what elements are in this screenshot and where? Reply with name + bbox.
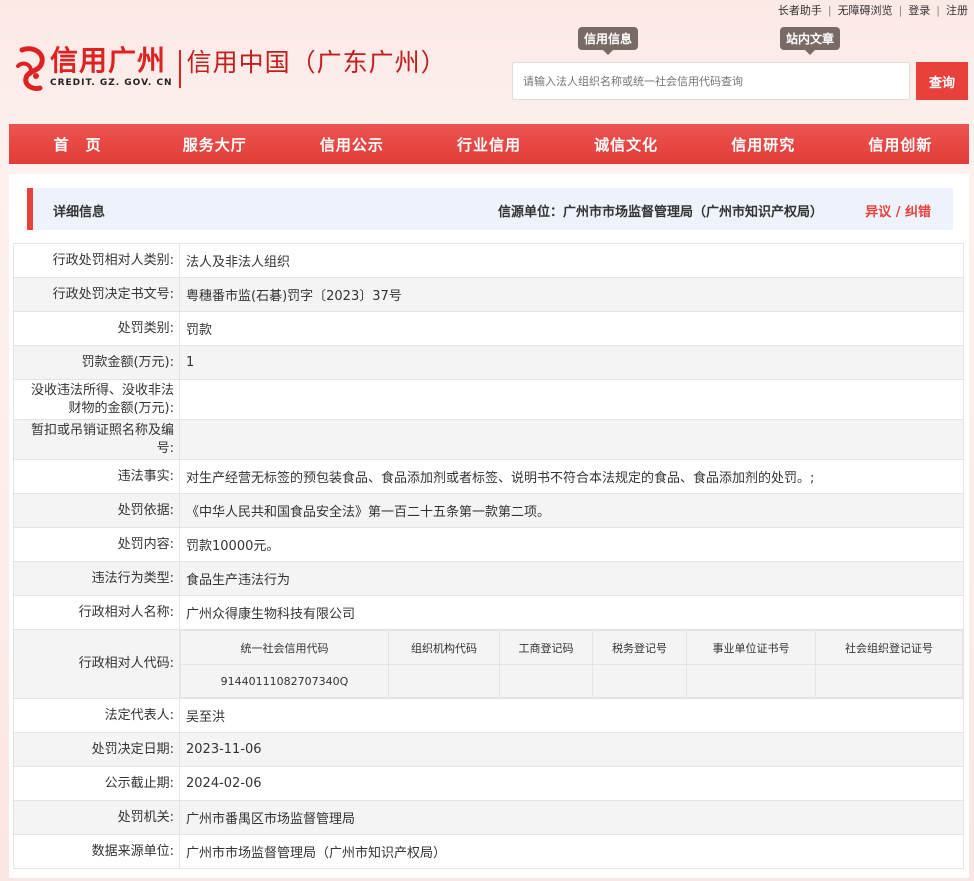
table-row: 暂扣或吊销证照名称及编号: [13,419,964,460]
source-unit: 信源单位：广州市市场监督管理局（广州市知识产权局） [497,205,823,220]
row-value: 粤穗番市监(石碁)罚字〔2023〕37号 [179,277,964,312]
code-value [592,664,687,698]
detail-panel: 详细信息 信源单位：广州市市场监督管理局（广州市知识产权局） 异议 / 纠错 行… [9,174,969,878]
row-label: 数据来源单位: [13,834,180,869]
nav-credit-publicity[interactable]: 信用公示 [283,134,420,155]
row-label: 法定代表人: [13,698,180,733]
row-label: 处罚决定日期: [13,732,180,767]
table-row: 行政处罚决定书文号: 粤穗番市监(石碁)罚字〔2023〕37号 [13,277,964,312]
code-header: 社会组织登记证号 [815,630,963,665]
row-value: 广州市番禺区市场监督管理局 [179,800,964,835]
row-label: 处罚机关: [13,800,180,835]
logo-text: 信用广州 [50,44,167,77]
register-link[interactable]: 注册 [940,2,974,18]
elder-assistant-link[interactable]: 长者助手 [772,2,828,18]
nav-credit-research[interactable]: 信用研究 [695,134,832,155]
row-label: 处罚类别: [13,311,180,346]
nav-service-hall[interactable]: 服务大厅 [146,134,283,155]
row-label: 处罚依据: [13,493,180,528]
codes-header-row: 统一社会信用代码 组织机构代码 工商登记码 税务登记号 事业单位证书号 社会组织… [180,630,963,665]
top-utility-bar: 长者助手 | 无障碍浏览 | 登录 | 注册 [772,0,974,20]
tab-site-articles[interactable]: 站内文章 [780,27,841,55]
detail-table: 行政处罚相对人类别: 法人及非法人组织 行政处罚决定书文号: 粤穗番市监(石碁)… [13,243,964,869]
row-label: 违法行为类型: [13,561,180,596]
nav-industry-credit[interactable]: 行业信用 [420,134,557,155]
table-row: 违法事实: 对生产经营无标签的预包装食品、食品添加剂或者标签、说明书不符合本法规… [13,459,964,494]
row-label: 罚款金额(万元): [13,345,180,380]
table-row: 违法行为类型: 食品生产违法行为 [13,561,964,596]
row-value [179,379,964,420]
row-value: 2023-11-06 [179,732,964,767]
row-value: 广州市市场监督管理局（广州市知识产权局） [179,834,964,869]
row-label: 暂扣或吊销证照名称及编号: [13,419,180,460]
row-value: 罚款 [179,311,964,346]
nav-integrity-culture[interactable]: 诚信文化 [558,134,695,155]
row-value: 广州众得康生物科技有限公司 [179,595,964,630]
nav-home[interactable]: 首 页 [9,134,146,155]
code-header: 事业单位证书号 [686,630,816,665]
nav-credit-innovation[interactable]: 信用创新 [832,134,969,155]
detail-header: 详细信息 信源单位：广州市市场监督管理局（广州市知识产权局） 异议 / 纠错 [27,188,953,230]
table-row: 行政相对人名称: 广州众得康生物科技有限公司 [13,595,964,630]
table-row: 处罚决定日期: 2023-11-06 [13,732,964,767]
code-header: 税务登记号 [592,630,687,665]
table-row: 处罚机关: 广州市番禺区市场监督管理局 [13,800,964,835]
code-value [815,664,963,698]
row-label: 处罚内容: [13,527,180,562]
table-row: 处罚类别: 罚款 [13,311,964,346]
code-header: 统一社会信用代码 [180,630,389,665]
row-label: 公示截止期: [13,766,180,801]
row-label: 行政处罚决定书文号: [13,277,180,312]
row-value: 《中华人民共和国食品安全法》第一百二十五条第一款第二项。 [179,493,964,528]
main-nav: 首 页 服务大厅 信用公示 行业信用 诚信文化 信用研究 信用创新 [9,124,969,164]
table-row: 公示截止期: 2024-02-06 [13,766,964,801]
logo-mark-icon [14,46,50,92]
logo-secondary-text: 信用中国（广东广州） [186,48,447,77]
search-input[interactable] [512,62,910,100]
row-label: 行政相对人名称: [13,595,180,630]
row-value: 2024-02-06 [179,766,964,801]
codes-table: 统一社会信用代码 组织机构代码 工商登记码 税务登记号 事业单位证书号 社会组织… [180,630,963,698]
detail-title: 详细信息 [53,205,106,220]
table-row: 罚款金额(万元): 1 [13,345,964,380]
code-value [388,664,500,698]
code-header: 工商登记码 [499,630,593,665]
logo-divider [178,50,181,88]
table-row: 法定代表人: 吴至洪 [13,698,964,733]
table-row: 没收违法所得、没收非法财物的金额(万元): [13,379,964,420]
row-label: 没收违法所得、没收非法财物的金额(万元): [13,379,180,420]
table-row: 行政处罚相对人类别: 法人及非法人组织 [13,243,964,278]
objection-link[interactable]: 异议 / 纠错 [865,201,931,220]
table-row: 处罚内容: 罚款10000元。 [13,527,964,562]
table-row: 处罚依据: 《中华人民共和国食品安全法》第一百二十五条第一款第二项。 [13,493,964,528]
login-link[interactable]: 登录 [902,2,936,18]
code-header: 组织机构代码 [388,630,500,665]
site-header: 信用广州 CREDIT. GZ. GOV. CN 信用中国（广东广州） 信用信息… [0,20,974,124]
code-value: 91440111082707340Q [180,664,389,698]
code-value [686,664,816,698]
code-value [499,664,593,698]
row-value: 吴至洪 [179,698,964,733]
row-value: 对生产经营无标签的预包装食品、食品添加剂或者标签、说明书不符合本法规定的食品、食… [179,459,964,494]
search-button[interactable]: 查询 [916,62,968,100]
row-label: 违法事实: [13,459,180,494]
site-logo[interactable]: 信用广州 CREDIT. GZ. GOV. CN 信用中国（广东广州） [14,46,447,92]
row-value: 罚款10000元。 [179,527,964,562]
row-label: 行政处罚相对人类别: [13,243,180,278]
row-value: 食品生产违法行为 [179,561,964,596]
table-row-codes: 行政相对人代码: 统一社会信用代码 组织机构代码 工商登记码 税务登记号 事业单… [13,629,964,699]
row-value: 法人及非法人组织 [179,243,964,278]
codes-value-row: 91440111082707340Q [180,664,963,698]
row-value: 1 [179,345,964,380]
codes-cell: 统一社会信用代码 组织机构代码 工商登记码 税务登记号 事业单位证书号 社会组织… [179,629,964,699]
logo-domain: CREDIT. GZ. GOV. CN [50,78,173,88]
table-row: 数据来源单位: 广州市市场监督管理局（广州市知识产权局） [13,834,964,869]
tab-credit-info[interactable]: 信用信息 [578,27,639,55]
row-value [179,419,964,460]
accessibility-link[interactable]: 无障碍浏览 [832,2,899,18]
row-label: 行政相对人代码: [13,629,180,699]
